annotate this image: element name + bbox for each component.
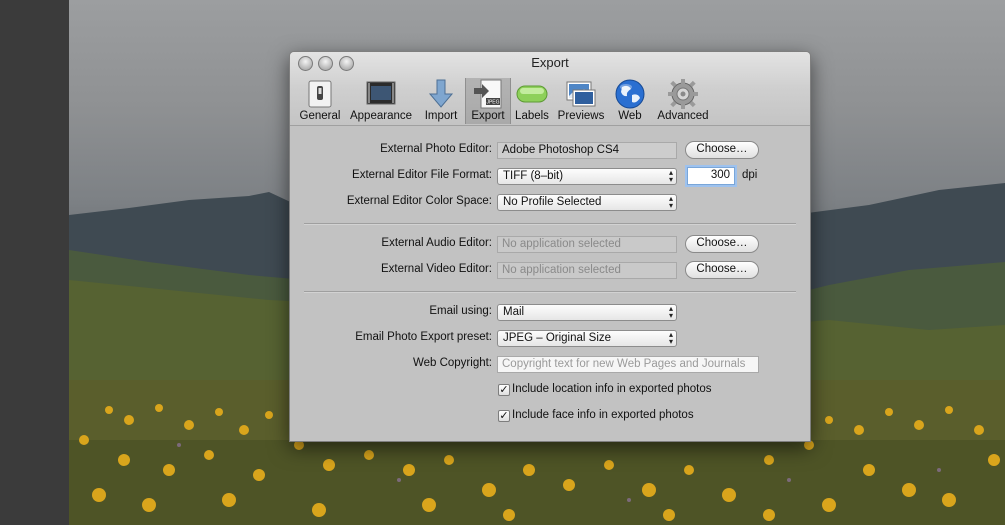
tab-web[interactable]: Web	[610, 78, 650, 124]
export-preferences-window: Export General Appearance Import JPEG Ex…	[289, 51, 811, 442]
tab-general-label: General	[299, 110, 341, 122]
tab-import-label: Import	[424, 110, 458, 122]
include-location-checkbox[interactable]: ✓	[498, 384, 510, 396]
tab-labels-label: Labels	[515, 110, 549, 122]
web-copyright-label: Web Copyright:	[412, 357, 492, 369]
external-audio-editor-label: External Audio Editor:	[381, 237, 492, 249]
jpeg-badge-text: JPEG	[486, 100, 499, 106]
tab-import[interactable]: Import	[418, 78, 464, 124]
email-using-value: Mail	[503, 306, 525, 318]
popup-arrows-icon: ▴ ▾	[668, 194, 673, 210]
tab-advanced[interactable]: Advanced	[652, 78, 714, 124]
external-photo-editor-field: Adobe Photoshop CS4	[497, 142, 677, 159]
external-audio-editor-field: No application selected	[497, 236, 677, 253]
file-format-popup[interactable]: TIFF (8–bit) ▴ ▾	[497, 168, 677, 185]
jpeg-export-icon: JPEG	[474, 79, 502, 109]
window-title: Export	[531, 55, 569, 70]
label-pill-icon	[516, 85, 548, 103]
popup-arrows-icon: ▴ ▾	[668, 304, 673, 320]
email-using-popup[interactable]: Mail ▴ ▾	[497, 304, 677, 321]
file-format-value: TIFF (8–bit)	[503, 170, 564, 182]
tab-web-label: Web	[618, 110, 642, 122]
file-format-label: External Editor File Format:	[352, 169, 492, 181]
external-video-editor-field: No application selected	[497, 262, 677, 279]
dpi-unit-label: dpi	[742, 169, 758, 181]
web-copyright-input[interactable]: Copyright text for new Web Pages and Jou…	[497, 356, 759, 373]
include-face-checkbox[interactable]: ✓	[498, 410, 510, 422]
color-space-label: External Editor Color Space:	[346, 195, 492, 207]
previews-icon	[566, 81, 596, 107]
video-editor-choose-button[interactable]: Choose…	[685, 261, 759, 279]
popup-arrows-icon: ▴ ▾	[668, 330, 673, 346]
tab-general[interactable]: General	[296, 78, 344, 124]
gear-icon	[668, 79, 698, 109]
tab-previews-label: Previews	[557, 110, 605, 122]
color-space-value: No Profile Selected	[503, 196, 602, 208]
desktop-left-strip	[0, 0, 69, 525]
dpi-field[interactable]: 300	[687, 167, 735, 185]
tab-export[interactable]: JPEG Export	[465, 78, 511, 124]
tab-appearance[interactable]: Appearance	[346, 78, 416, 124]
tab-previews[interactable]: Previews	[555, 78, 607, 124]
arrow-down-icon	[428, 79, 454, 108]
popup-arrows-icon: ▴ ▾	[668, 168, 673, 184]
section-divider	[304, 223, 796, 225]
display-icon	[366, 81, 396, 105]
audio-editor-choose-button[interactable]: Choose…	[685, 235, 759, 253]
external-video-editor-label: External Video Editor:	[380, 263, 492, 275]
tab-appearance-label: Appearance	[349, 110, 413, 122]
export-settings-panel: External Photo Editor: Adobe Photoshop C…	[290, 126, 810, 441]
tab-labels[interactable]: Labels	[512, 78, 552, 124]
email-export-preset-label: Email Photo Export preset:	[355, 331, 492, 343]
tab-advanced-label: Advanced	[657, 110, 709, 122]
include-face-label: Include face info in exported photos	[512, 409, 694, 421]
photo-editor-choose-button[interactable]: Choose…	[685, 141, 759, 159]
email-export-preset-value: JPEG – Original Size	[503, 332, 612, 344]
switch-icon	[308, 80, 332, 108]
color-space-popup[interactable]: No Profile Selected ▴ ▾	[497, 194, 677, 211]
external-photo-editor-label: External Photo Editor:	[380, 143, 492, 155]
email-export-preset-popup[interactable]: JPEG – Original Size ▴ ▾	[497, 330, 677, 347]
include-location-label: Include location info in exported photos	[512, 383, 712, 395]
tab-export-label: Export	[471, 110, 505, 122]
globe-icon	[615, 79, 645, 109]
window-titlebar: Export General Appearance Import JPEG Ex…	[290, 52, 810, 126]
email-using-label: Email using:	[429, 305, 492, 317]
section-divider	[304, 291, 796, 293]
